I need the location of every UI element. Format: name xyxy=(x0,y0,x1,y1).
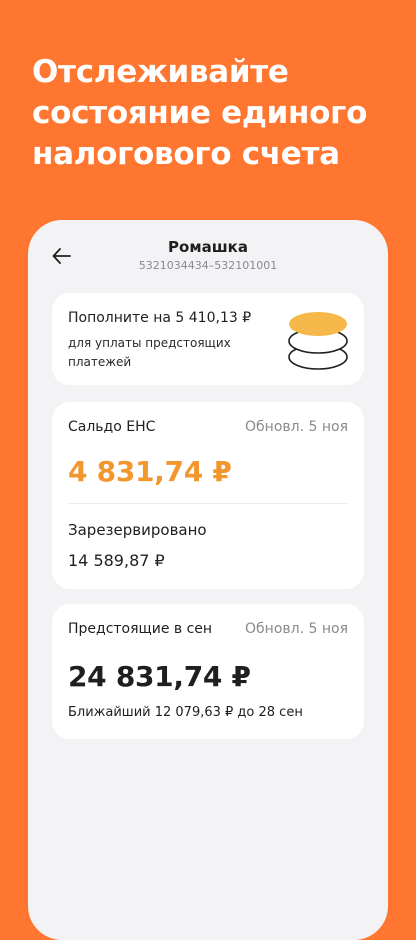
upcoming-card[interactable]: Предстоящие в сен Обновл. 5 ноя 24 831,7… xyxy=(52,604,364,739)
promo-line-1: Отслеживайте xyxy=(32,54,289,90)
reserved-amount: 14 589,87 ₽ xyxy=(68,551,165,570)
topup-description: для уплаты предстоящих платежей xyxy=(68,336,231,369)
promo-headline: Отслеживайте состояние единого налоговог… xyxy=(32,52,392,175)
nearest-payment: Ближайший 12 079,63 ₽ до 28 сен xyxy=(68,705,303,720)
phone-screen: Ромашка 5321034434–532101001 Пополните н… xyxy=(28,220,388,940)
upcoming-updated: Обновл. 5 ноя xyxy=(245,621,348,637)
coins-stack-icon xyxy=(288,312,348,370)
upcoming-label: Предстоящие в сен xyxy=(68,621,213,637)
page-title: Ромашка xyxy=(168,238,248,256)
balance-label: Сальдо ЕНС xyxy=(68,419,156,435)
promo-line-2: состояние единого xyxy=(32,95,368,131)
page-subtitle: 5321034434–532101001 xyxy=(138,259,278,272)
topup-title: Пополните на 5 410,13 ₽ xyxy=(68,310,252,326)
balance-amount: 4 831,74 ₽ xyxy=(68,455,232,488)
upcoming-amount: 24 831,74 ₽ xyxy=(68,660,251,693)
topup-card[interactable]: Пополните на 5 410,13 ₽ для уплаты предс… xyxy=(52,293,364,385)
balance-card[interactable]: Сальдо ЕНС Обновл. 5 ноя 4 831,74 ₽ Заре… xyxy=(52,402,364,589)
balance-updated: Обновл. 5 ноя xyxy=(245,419,348,435)
promo-line-3: налогового счета xyxy=(32,136,340,172)
top-bar: Ромашка 5321034434–532101001 xyxy=(28,220,388,290)
divider xyxy=(68,503,348,504)
reserved-label: Зарезервировано xyxy=(68,521,207,539)
